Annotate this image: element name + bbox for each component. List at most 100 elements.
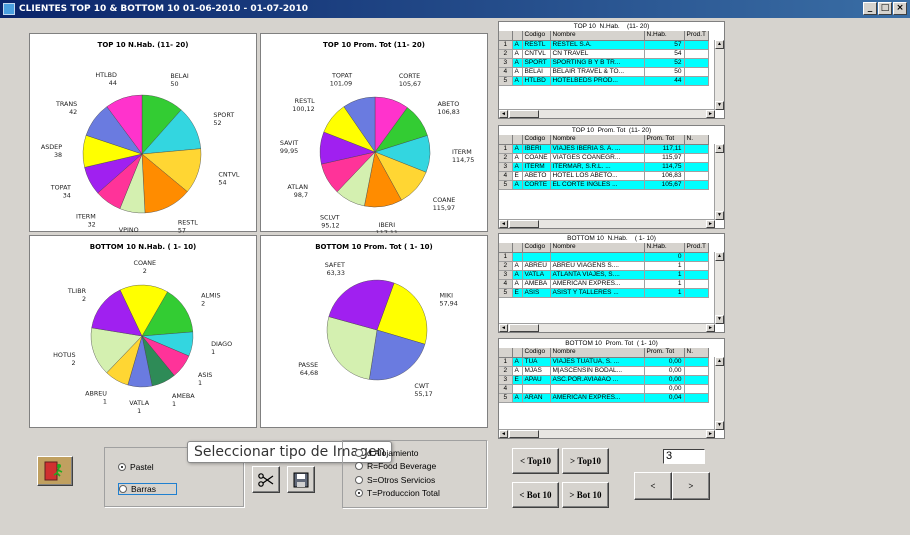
cell-nombre[interactable]: ITERMAR, S.R.L. ... — [550, 162, 645, 172]
radio-alojamiento[interactable]: d.Alojamiento — [355, 448, 419, 458]
cell-nombre[interactable]: ATLANTA VIAJES, S.... — [550, 270, 645, 280]
radio-button[interactable] — [355, 449, 363, 457]
column-header[interactable]: Nombre — [550, 135, 645, 145]
cell-empty[interactable] — [684, 171, 709, 181]
table-row[interactable]: 1 A TUA VIAJES TUATUA, S. ... 0,00 — [499, 357, 709, 367]
cell-codigo[interactable] — [522, 384, 551, 394]
scroll-thumb[interactable] — [509, 324, 539, 332]
row-number[interactable]: 3 — [499, 270, 513, 280]
cell-empty[interactable] — [684, 366, 709, 376]
cell-empty[interactable] — [684, 357, 709, 367]
cell-codigo[interactable]: IBERI — [522, 144, 551, 154]
cell-empty[interactable] — [684, 252, 709, 262]
radio-button[interactable] — [119, 485, 127, 493]
row-number[interactable]: 4 — [499, 171, 513, 181]
radio-barras[interactable]: Barras — [118, 483, 178, 495]
scroll-right-arrow-icon[interactable]: ► — [706, 110, 715, 118]
table-row[interactable]: 2 A ABREU ABREU VIAGENS S.... 1 — [499, 261, 709, 271]
table-row[interactable]: 5 A ARAN AMERICAN EXPRES... 0,04 — [499, 393, 709, 403]
cell-codigo[interactable]: ARAN — [522, 393, 551, 403]
grid-top10-nhab[interactable]: TOP 10 N.Hab. (11- 20) Codigo Nombre N.Hab.… — [498, 21, 725, 119]
cell-val[interactable]: 0,00 — [644, 357, 685, 367]
row-number[interactable]: 2 — [499, 261, 513, 271]
cell-val[interactable]: 0,04 — [644, 393, 685, 403]
cell-codigo[interactable]: CORTE — [522, 180, 551, 190]
horizontal-scrollbar[interactable]: ◄ ► — [499, 109, 715, 118]
cell-a[interactable]: A — [512, 279, 523, 289]
cell-val[interactable]: 44 — [644, 76, 685, 86]
cell-a[interactable]: A — [512, 180, 523, 190]
cell-nombre[interactable]: CN TRAVEL — [550, 49, 645, 59]
vertical-scrollbar[interactable]: ▲ ▼ — [714, 252, 724, 324]
radio-button[interactable] — [355, 462, 363, 470]
cell-empty[interactable] — [684, 58, 709, 68]
cell-codigo[interactable]: RESTL — [522, 40, 551, 50]
column-header[interactable]: N.Hab. — [644, 243, 685, 253]
cell-codigo[interactable]: ASIS — [522, 288, 551, 298]
table-row[interactable]: 2 A CNTVL CN TRAVEL 54 — [499, 49, 709, 59]
cell-a[interactable]: A — [512, 270, 523, 280]
row-number[interactable]: 2 — [499, 49, 513, 59]
cell-val[interactable]: 106,83 — [644, 171, 685, 181]
table-row[interactable]: 5 A HTLBD HOTELBEDS PROD... 44 — [499, 76, 709, 86]
cell-empty[interactable] — [684, 67, 709, 77]
row-number[interactable]: 4 — [499, 67, 513, 77]
table-row[interactable]: 1 A IBERI VIAJES IBERIA S. A. ... 117,11 — [499, 144, 709, 154]
cell-empty[interactable] — [684, 279, 709, 289]
table-row[interactable]: 3 A ITERM ITERMAR, S.R.L. ... 114,75 — [499, 162, 709, 172]
cell-a[interactable]: A — [512, 144, 523, 154]
column-header[interactable]: Prod.T — [684, 243, 709, 253]
radio-button[interactable] — [355, 489, 363, 497]
cell-a[interactable]: A — [512, 366, 523, 376]
cell-codigo[interactable]: ABREU — [522, 261, 551, 271]
cell-nombre[interactable]: AMERICAN EXPRES... — [550, 279, 645, 289]
cell-val[interactable]: 52 — [644, 58, 685, 68]
cell-empty[interactable] — [684, 288, 709, 298]
table-row[interactable]: 5 E ASIS ASIST Y TALLERES ... 1 — [499, 288, 709, 298]
cell-a[interactable]: A — [512, 357, 523, 367]
cell-a[interactable]: A — [512, 40, 523, 50]
vertical-scrollbar[interactable]: ▲ ▼ — [714, 40, 724, 110]
cell-nombre[interactable]: RESTEL S.A. — [550, 40, 645, 50]
column-header[interactable]: N. — [684, 348, 709, 358]
next-bot10-button[interactable]: > Bot 10 — [562, 482, 609, 508]
radio-button[interactable] — [118, 463, 126, 471]
cell-codigo[interactable]: APAU — [522, 375, 551, 385]
horizontal-scrollbar[interactable]: ◄ ► — [499, 219, 715, 228]
cell-nombre[interactable]: ABREU VIAGENS S.... — [550, 261, 645, 271]
cell-a[interactable] — [512, 384, 523, 394]
table-row[interactable]: 2 A MJAS M|ASCENSIN BODAL... 0,00 — [499, 366, 709, 376]
column-header[interactable] — [499, 243, 513, 253]
radio-produccion-total[interactable]: T=Produccion Total — [355, 488, 440, 498]
cell-val[interactable]: 1 — [644, 279, 685, 289]
cell-a[interactable]: A — [512, 49, 523, 59]
scroll-left-arrow-icon[interactable]: ◄ — [499, 110, 508, 118]
cell-codigo[interactable]: AMEBA — [522, 279, 551, 289]
scroll-down-arrow-icon[interactable]: ▼ — [715, 101, 724, 110]
cell-val[interactable]: 114,75 — [644, 162, 685, 172]
cell-nombre[interactable]: BELAIR TRAVEL & TO... — [550, 67, 645, 77]
scroll-down-arrow-icon[interactable]: ▼ — [715, 211, 724, 220]
cell-codigo[interactable]: TUA — [522, 357, 551, 367]
cell-val[interactable]: 1 — [644, 288, 685, 298]
cell-val[interactable]: 0,00 — [644, 375, 685, 385]
horizontal-scrollbar[interactable]: ◄ ► — [499, 323, 715, 332]
column-header[interactable]: Nombre — [550, 243, 645, 253]
scroll-up-arrow-icon[interactable]: ▲ — [715, 252, 724, 261]
row-number[interactable]: 5 — [499, 393, 513, 403]
cell-val[interactable]: 1 — [644, 261, 685, 271]
cell-nombre[interactable]: HOTEL LOS ABETO... — [550, 171, 645, 181]
cell-empty[interactable] — [684, 144, 709, 154]
scroll-up-arrow-icon[interactable]: ▲ — [715, 357, 724, 366]
cell-val[interactable]: 1 — [644, 270, 685, 280]
table-row[interactable]: 3 A SPORT SPORTING B Y B TR... 52 — [499, 58, 709, 68]
cell-codigo[interactable]: MJAS — [522, 366, 551, 376]
column-header[interactable]: Codigo — [522, 243, 551, 253]
cell-empty[interactable] — [684, 76, 709, 86]
page-number-field[interactable]: 3 — [663, 449, 705, 464]
scroll-down-arrow-icon[interactable]: ▼ — [715, 315, 724, 324]
maximize-button[interactable]: □ — [878, 2, 892, 15]
scroll-up-arrow-icon[interactable]: ▲ — [715, 144, 724, 153]
save-button[interactable] — [287, 466, 315, 493]
row-number[interactable]: 3 — [499, 162, 513, 172]
